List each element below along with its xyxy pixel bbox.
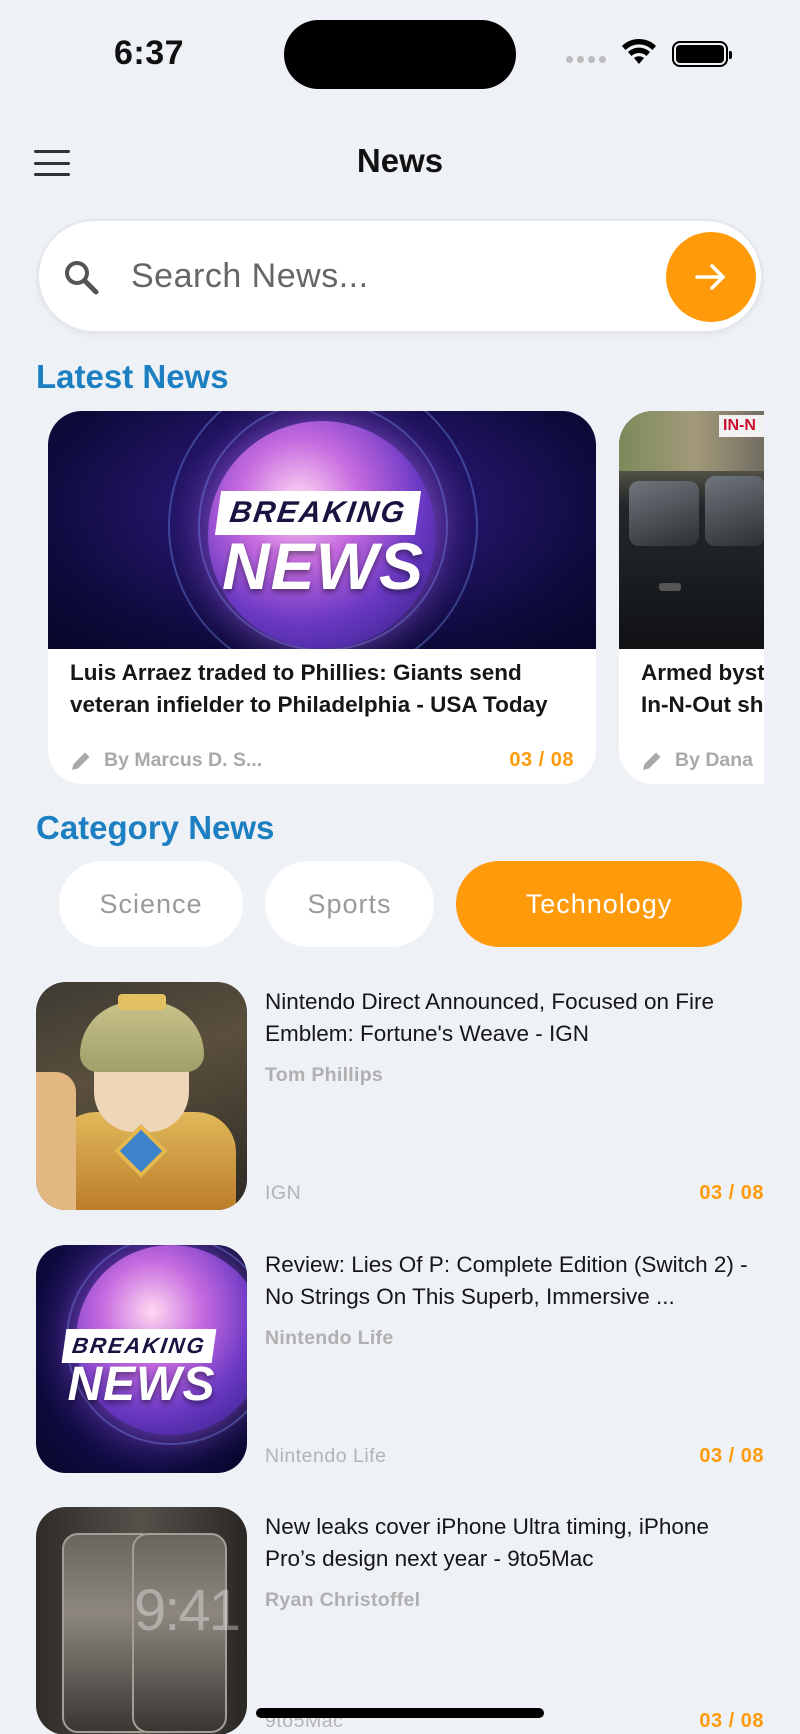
article-title: Nintendo Direct Announced, Focused on Fi…: [265, 989, 715, 1046]
card-author: By Marcus D. S...: [104, 749, 263, 771]
card-headline: Armed byst In-N-Out sh: [641, 660, 764, 717]
latest-news-card[interactable]: IN-N Armed byst In-N-Out sh By Dana: [619, 411, 764, 784]
list-item[interactable]: 9:41 New leaks cover iPhone Ultra timing…: [36, 1507, 764, 1734]
latest-news-carousel[interactable]: BREAKING NEWS Luis Arraez traded to Phil…: [48, 411, 764, 784]
article-title: New leaks cover iPhone Ultra timing, iPh…: [265, 1514, 709, 1571]
article-date: 03 / 08: [699, 1710, 764, 1732]
search-submit-button[interactable]: [666, 232, 756, 322]
status-time: 6:37: [114, 34, 185, 72]
search-icon: [65, 261, 99, 295]
card-byline: By Marcus D. S...: [70, 749, 262, 772]
chip-sports[interactable]: Sports: [265, 861, 434, 947]
article-date: 03 / 08: [699, 1182, 764, 1204]
search-input[interactable]: [131, 243, 591, 309]
store-sign: IN-N: [719, 415, 764, 437]
phone-clock-text: 9:41: [134, 1578, 241, 1643]
article-thumbnail: 9:41: [36, 1507, 247, 1734]
wifi-icon: [622, 38, 656, 64]
home-indicator[interactable]: [256, 1708, 544, 1718]
article-author: Tom Phillips: [265, 1064, 384, 1086]
category-news-heading: Category News: [36, 809, 275, 846]
status-bar: 6:37: [0, 0, 800, 100]
article-thumbnail: BREAKING NEWS: [36, 1245, 247, 1473]
cellular-signal-icon: [566, 56, 606, 63]
article-source: IGN: [265, 1182, 302, 1204]
article-date: 03 / 08: [699, 1445, 764, 1467]
list-item[interactable]: BREAKING NEWS Review: Lies Of P: Complet…: [36, 1245, 764, 1473]
card-headline: Luis Arraez traded to Phillies: Giants s…: [70, 660, 548, 717]
search-bar[interactable]: [37, 219, 763, 333]
article-thumbnail: [36, 982, 247, 1210]
card-date: 03 / 08: [509, 749, 574, 771]
car-photo-image: IN-N: [619, 411, 764, 649]
dynamic-island: [284, 20, 516, 89]
article-title: Review: Lies Of P: Complete Edition (Swi…: [265, 1252, 748, 1309]
arrow-right-icon: [695, 264, 725, 290]
article-author: Nintendo Life: [265, 1327, 394, 1349]
pencil-icon: [643, 752, 661, 770]
battery-icon: [672, 41, 732, 67]
chip-science[interactable]: Science: [59, 861, 243, 947]
article-author: Ryan Christoffel: [265, 1589, 421, 1611]
card-byline: By Dana: [641, 749, 753, 772]
breaking-news-image: BREAKING NEWS: [48, 411, 596, 649]
card-author: By Dana: [675, 749, 754, 771]
chip-technology[interactable]: Technology: [456, 861, 742, 947]
latest-news-heading: Latest News: [36, 358, 229, 395]
page-title: News: [356, 142, 444, 179]
article-source: Nintendo Life: [265, 1445, 387, 1467]
list-item[interactable]: Nintendo Direct Announced, Focused on Fi…: [36, 982, 764, 1210]
pencil-icon: [72, 752, 90, 770]
latest-news-card[interactable]: BREAKING NEWS Luis Arraez traded to Phil…: [48, 411, 596, 784]
